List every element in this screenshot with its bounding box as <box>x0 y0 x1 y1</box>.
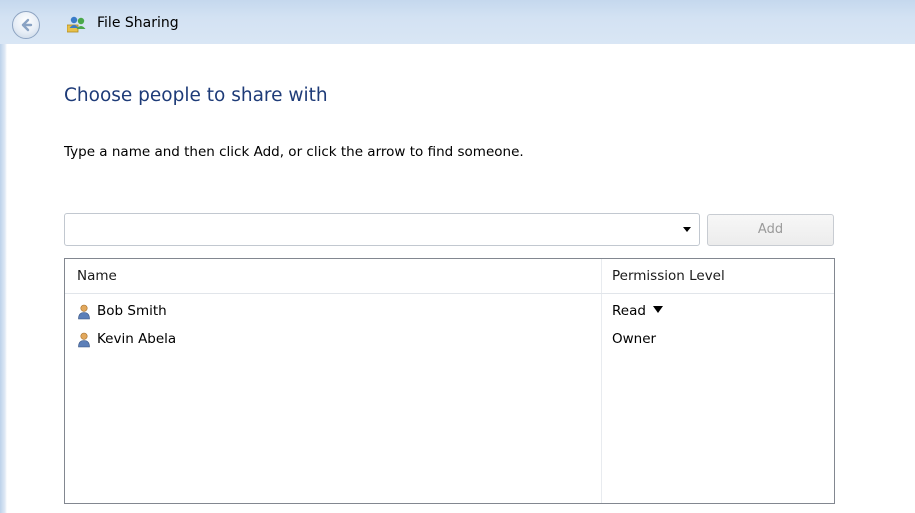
instructions-text: Type a name and then click Add, or click… <box>64 144 524 160</box>
list-header: Name Permission Level <box>65 259 834 294</box>
user-icon <box>78 332 90 348</box>
list-item[interactable]: Bob Smith Read <box>65 300 834 324</box>
file-sharing-window: File Sharing Choose people to share with… <box>0 0 915 513</box>
permission-dropdown[interactable]: Read <box>612 303 663 319</box>
back-arrow-icon <box>21 18 33 32</box>
add-button[interactable]: Add <box>707 214 834 246</box>
people-list[interactable]: Name Permission Level Bob Smith Read Kev… <box>64 258 835 504</box>
page-heading: Choose people to share with <box>64 85 328 106</box>
window-left-edge <box>0 0 7 513</box>
name-combo-box[interactable] <box>64 213 700 246</box>
name-input[interactable] <box>69 219 673 242</box>
user-name: Kevin Abela <box>97 331 177 347</box>
user-name: Bob Smith <box>97 303 167 319</box>
column-header-permission[interactable]: Permission Level <box>612 268 725 284</box>
column-divider <box>601 259 602 503</box>
file-sharing-icon <box>67 16 86 33</box>
chevron-down-icon[interactable] <box>683 227 691 232</box>
chevron-down-icon[interactable] <box>652 306 663 313</box>
column-header-name[interactable]: Name <box>77 268 117 284</box>
back-button[interactable] <box>12 11 40 39</box>
permission-value: Read <box>612 303 646 319</box>
permission-value: Owner <box>612 331 657 347</box>
title-bar: File Sharing <box>0 0 915 44</box>
window-title: File Sharing <box>97 15 179 31</box>
user-icon <box>78 304 90 320</box>
list-item[interactable]: Kevin Abela Owner <box>65 328 834 352</box>
